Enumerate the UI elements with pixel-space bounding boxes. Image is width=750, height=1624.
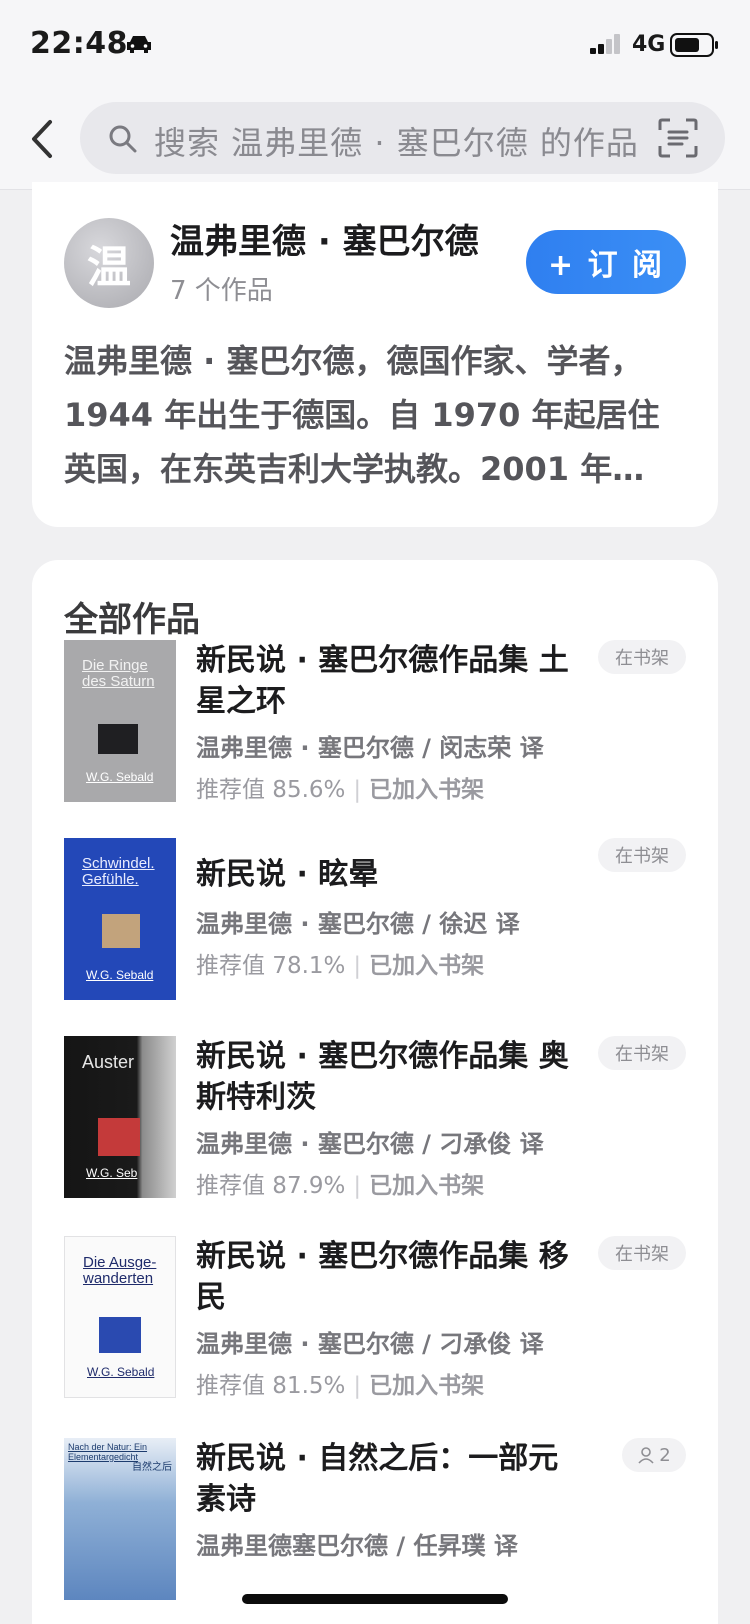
cover-title: Die Ausge- wanderten bbox=[83, 1254, 157, 1287]
book-rating: 推荐值 81.5% bbox=[196, 1373, 346, 1399]
status-bar: 22:48 4G bbox=[0, 0, 750, 92]
on-shelf-badge: 在书架 bbox=[598, 1236, 686, 1270]
home-indicator[interactable] bbox=[242, 1594, 508, 1604]
works-card: 全部作品 Die Ringe des Saturn W.G. Sebald 新民… bbox=[32, 560, 718, 1624]
book-rating: 推荐值 87.9% bbox=[196, 1173, 346, 1199]
book-title: 新民说 · 眩晕 bbox=[196, 857, 379, 892]
cover-decoration bbox=[98, 724, 138, 754]
scan-icon[interactable] bbox=[658, 118, 698, 158]
book-meta: 推荐值 81.5% | 已加入书架 bbox=[196, 1373, 485, 1399]
book-title: 新民说 · 自然之后：一部元素诗 bbox=[196, 1441, 559, 1517]
shelf-status: 已加入书架 bbox=[369, 1373, 485, 1399]
cover-title: Die Ringe des Saturn bbox=[82, 657, 155, 690]
shelf-status: 已加入书架 bbox=[369, 1173, 485, 1199]
on-shelf-badge: 在书架 bbox=[598, 838, 686, 872]
battery-icon bbox=[670, 33, 718, 57]
person-icon bbox=[638, 1447, 654, 1464]
on-shelf-badge: 在书架 bbox=[598, 1036, 686, 1070]
book-rating: 推荐值 78.1% bbox=[196, 953, 346, 979]
book-meta: 推荐值 85.6% | 已加入书架 bbox=[196, 777, 485, 803]
readers-count: 2 bbox=[659, 1444, 671, 1466]
book-rating: 推荐值 85.6% bbox=[196, 777, 346, 803]
book-meta: 推荐值 87.9% | 已加入书架 bbox=[196, 1173, 485, 1199]
search-icon bbox=[109, 125, 137, 153]
author-bio[interactable]: 温弗里德 · 塞巴尔德，德国作家、学者，1944 年出生于德国。自 1970 年… bbox=[64, 334, 686, 496]
avatar: 温 bbox=[64, 218, 154, 308]
book-meta: 推荐值 78.1% | 已加入书架 bbox=[196, 953, 485, 979]
shelf-status: 已加入书架 bbox=[369, 777, 485, 803]
clock: 22:48 bbox=[30, 26, 128, 61]
network-label: 4G bbox=[632, 32, 666, 57]
search-placeholder: 搜索 温弗里德 · 塞巴尔德 的作品 bbox=[154, 124, 639, 162]
book-author: 温弗里德 · 塞巴尔德 / 刁承俊 译 bbox=[196, 1130, 544, 1158]
author-card: 温 温弗里德 · 塞巴尔德 7 个作品 + 订 阅 温弗里德 · 塞巴尔德，德国… bbox=[32, 182, 718, 527]
shelf-status: 已加入书架 bbox=[369, 953, 485, 979]
book-cover: Auster W.G. Seb bbox=[64, 1036, 176, 1198]
book-item[interactable]: Die Ausge- wanderten W.G. Sebald 新民说 · 塞… bbox=[64, 1236, 686, 1406]
book-cover: Die Ausge- wanderten W.G. Sebald bbox=[64, 1236, 176, 1398]
book-author: 温弗里德 · 塞巴尔德 / 闵志荣 译 bbox=[196, 734, 544, 762]
book-title: 新民说 · 塞巴尔德作品集 土星之环 bbox=[196, 643, 569, 719]
back-arrow-icon[interactable] bbox=[22, 114, 62, 164]
cover-author: W.G. Sebald bbox=[87, 1365, 155, 1379]
cover-author: W.G. Sebald bbox=[86, 968, 154, 982]
cover-decoration bbox=[98, 1118, 140, 1156]
subscribe-button[interactable]: + 订 阅 bbox=[526, 230, 686, 294]
book-author: 温弗里德塞巴尔德 / 任昇璞 译 bbox=[196, 1532, 518, 1560]
book-title: 新民说 · 塞巴尔德作品集 奥斯特利茨 bbox=[196, 1039, 569, 1115]
readers-badge: 2 bbox=[622, 1438, 686, 1472]
cover-title: Auster bbox=[82, 1052, 135, 1072]
cover-decoration bbox=[99, 1317, 141, 1353]
car-icon bbox=[127, 36, 151, 53]
book-author: 温弗里德 · 塞巴尔德 / 刁承俊 译 bbox=[196, 1330, 544, 1358]
cover-author: W.G. Sebald bbox=[86, 770, 154, 784]
top-nav: 搜索 温弗里德 · 塞巴尔德 的作品 bbox=[0, 92, 750, 190]
book-cover: Die Ringe des Saturn W.G. Sebald bbox=[64, 640, 176, 802]
book-item[interactable]: Die Ringe des Saturn W.G. Sebald 新民说 · 塞… bbox=[64, 640, 686, 810]
book-cover: Nach der Natur: Ein Elementargedicht 自然之… bbox=[64, 1438, 176, 1600]
book-author: 温弗里德 · 塞巴尔德 / 徐迟 译 bbox=[196, 910, 520, 938]
book-item[interactable]: Schwindel. Gefühle. W.G. Sebald 新民说 · 眩晕… bbox=[64, 838, 686, 1008]
works-count: 7 个作品 bbox=[170, 276, 273, 306]
cover-title: Schwindel. Gefühle. bbox=[82, 855, 155, 888]
book-item[interactable]: Nach der Natur: Ein Elementargedicht 自然之… bbox=[64, 1438, 686, 1608]
book-cover: Schwindel. Gefühle. W.G. Sebald bbox=[64, 838, 176, 1000]
section-title: 全部作品 bbox=[64, 600, 200, 640]
cover-sub-title: 自然之后 bbox=[132, 1462, 172, 1473]
cover-author: W.G. Seb bbox=[86, 1166, 138, 1180]
cover-decoration bbox=[102, 914, 140, 948]
signal-icon bbox=[590, 34, 620, 54]
author-name: 温弗里德 · 塞巴尔德 bbox=[170, 222, 479, 262]
book-item[interactable]: Auster W.G. Seb 新民说 · 塞巴尔德作品集 奥斯特利茨 温弗里德… bbox=[64, 1036, 686, 1206]
book-title: 新民说 · 塞巴尔德作品集 移民 bbox=[196, 1239, 569, 1315]
on-shelf-badge: 在书架 bbox=[598, 640, 686, 674]
search-input[interactable]: 搜索 温弗里德 · 塞巴尔德 的作品 bbox=[80, 102, 725, 174]
